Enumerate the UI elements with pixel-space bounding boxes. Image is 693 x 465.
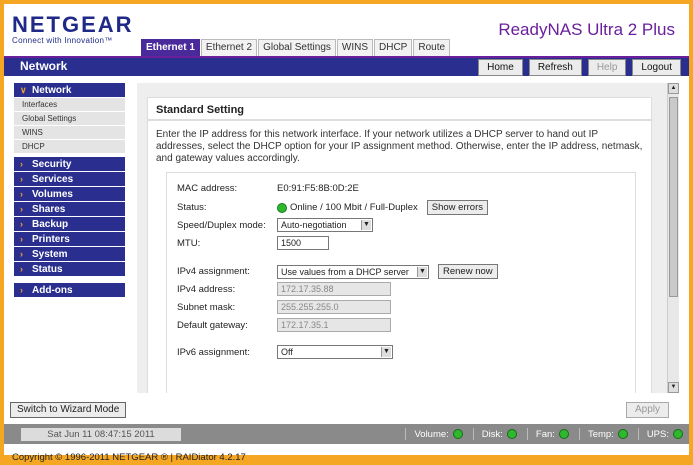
chevron-right-icon: › [20,174,23,184]
tab-ethernet-2[interactable]: Ethernet 2 [200,39,258,56]
mac-row: MAC address: E0:91:F5:8B:0D:2E [177,183,359,194]
status-dot-icon [617,429,628,439]
chevron-right-icon: › [20,159,23,169]
sidebar-subitem-interfaces[interactable]: Interfaces [14,98,125,112]
disk-indicator[interactable]: Disk: [472,428,517,440]
content-scrollbar[interactable]: ▲ ▼ [667,83,679,393]
tab-bar: Ethernet 1 Ethernet 2 Global Settings WI… [141,39,451,56]
ipv6-assignment-select[interactable]: Off ▼ [277,345,393,359]
ipv6-row: IPv6 assignment: Off ▼ [177,345,393,359]
chevron-down-icon: ▼ [381,347,391,357]
copyright: Copyright © 1996-2011 NETGEAR ® | RAIDia… [12,452,246,463]
show-errors-button[interactable]: Show errors [426,200,488,215]
status-dot-icon [506,429,517,439]
chevron-down-icon: ∨ [20,85,27,95]
app-frame: NETGEAR Connect with Innovation™ ReadyNA… [4,4,689,455]
refresh-button[interactable]: Refresh [528,59,582,76]
sidebar: ∨ Network Interfaces Global Settings WINS… [14,83,125,298]
scroll-thumb[interactable] [669,97,678,297]
renew-now-button[interactable]: Renew now [438,264,498,279]
sidebar-item-volumes[interactable]: › Volumes [14,187,125,201]
chevron-right-icon: › [20,249,23,259]
status-dot-icon [452,429,463,439]
temp-indicator[interactable]: Temp: [578,428,628,440]
home-button[interactable]: Home [478,59,523,76]
ipv4-assignment-row: IPv4 assignment: Use values from a DHCP … [177,264,498,279]
system-datetime: Sat Jun 11 08:47:15 2011 [21,428,181,441]
sidebar-item-services[interactable]: › Services [14,172,125,186]
sidebar-item-backup[interactable]: › Backup [14,217,125,231]
mtu-row: MTU: 1500 [177,236,329,250]
scroll-down-icon[interactable]: ▼ [668,382,679,393]
apply-button[interactable]: Apply [625,402,669,418]
mtu-input[interactable]: 1500 [277,236,329,250]
tab-route[interactable]: Route [413,39,451,56]
sidebar-item-addons[interactable]: › Add-ons [14,283,125,297]
chevron-down-icon: ▼ [361,220,371,230]
sidebar-item-printers[interactable]: › Printers [14,232,125,246]
health-indicators: Volume: Disk: Fan: Temp: UPS: [405,428,683,440]
ipv4-address-field[interactable]: 172.17.35.88 [277,282,391,296]
page-title: Network [20,59,68,73]
status-bar: Sat Jun 11 08:47:15 2011 Volume: Disk: F… [4,424,689,444]
gateway-field[interactable]: 172.17.35.1 [277,318,391,332]
speed-row: Speed/Duplex mode: Auto-negotiation ▼ [177,218,373,232]
ups-indicator[interactable]: UPS: [637,428,683,440]
status-dot-icon [673,429,683,439]
sidebar-subitem-global-settings[interactable]: Global Settings [14,112,125,126]
panel-description: Enter the IP address for this network in… [156,129,643,164]
tab-ethernet-1[interactable]: Ethernet 1 [141,39,200,56]
chevron-right-icon: › [20,264,23,274]
ipv4-address-row: IPv4 address: 172.17.35.88 [177,282,391,296]
ipv4-assignment-select[interactable]: Use values from a DHCP server ▼ [277,264,429,279]
fan-indicator[interactable]: Fan: [526,428,569,440]
chevron-right-icon: › [20,219,23,229]
sidebar-item-network[interactable]: ∨ Network [14,83,125,97]
subnet-row: Subnet mask: 255.255.255.0 [177,300,391,314]
mac-value: E0:91:F5:8B:0D:2E [277,183,359,194]
chevron-right-icon: › [20,204,23,214]
gateway-row: Default gateway: 172.17.35.1 [177,318,391,332]
chevron-right-icon: › [20,285,23,295]
tab-wins[interactable]: WINS [336,39,373,56]
status-online-icon [277,202,287,213]
status-row: Status: Online / 100 Mbit / Full-Duplex … [177,200,488,215]
volume-indicator[interactable]: Volume: [405,428,463,440]
panel-title: Standard Setting [148,98,651,121]
action-bar: Switch to Wizard Mode Apply [4,400,689,418]
help-button[interactable]: Help [587,59,627,76]
chevron-right-icon: › [20,189,23,199]
tab-dhcp[interactable]: DHCP [374,39,413,56]
chevron-right-icon: › [20,234,23,244]
speed-duplex-select[interactable]: Auto-negotiation ▼ [277,218,373,232]
wizard-mode-button[interactable]: Switch to Wizard Mode [10,402,127,418]
network-form: MAC address: E0:91:F5:8B:0D:2E Status: O… [166,172,636,393]
sidebar-subitem-wins[interactable]: WINS [14,126,125,140]
sidebar-subitem-dhcp[interactable]: DHCP [14,140,125,154]
netgear-logo: NETGEAR Connect with Innovation™ [12,12,134,45]
sidebar-item-system[interactable]: › System [14,247,125,261]
sidebar-item-shares[interactable]: › Shares [14,202,125,216]
top-buttons: Home Refresh Help Logout [478,59,681,76]
sidebar-item-security[interactable]: › Security [14,157,125,171]
content-area: Standard Setting Enter the IP address fo… [137,83,667,393]
scroll-up-icon[interactable]: ▲ [668,83,679,94]
top-bar: Network Home Refresh Help Logout [4,56,689,76]
product-name: ReadyNAS Ultra 2 Plus [498,20,675,39]
standard-setting-panel: Standard Setting Enter the IP address fo… [147,97,652,393]
subnet-mask-field[interactable]: 255.255.255.0 [277,300,391,314]
chevron-down-icon: ▼ [417,266,427,277]
logo-text: NETGEAR [12,12,134,37]
status-dot-icon [558,429,569,439]
tab-global-settings[interactable]: Global Settings [258,39,336,56]
sidebar-item-status[interactable]: › Status [14,262,125,276]
logout-button[interactable]: Logout [632,59,681,76]
status-value: Online / 100 Mbit / Full-Duplex [290,202,418,213]
header: NETGEAR Connect with Innovation™ ReadyNA… [4,4,689,56]
